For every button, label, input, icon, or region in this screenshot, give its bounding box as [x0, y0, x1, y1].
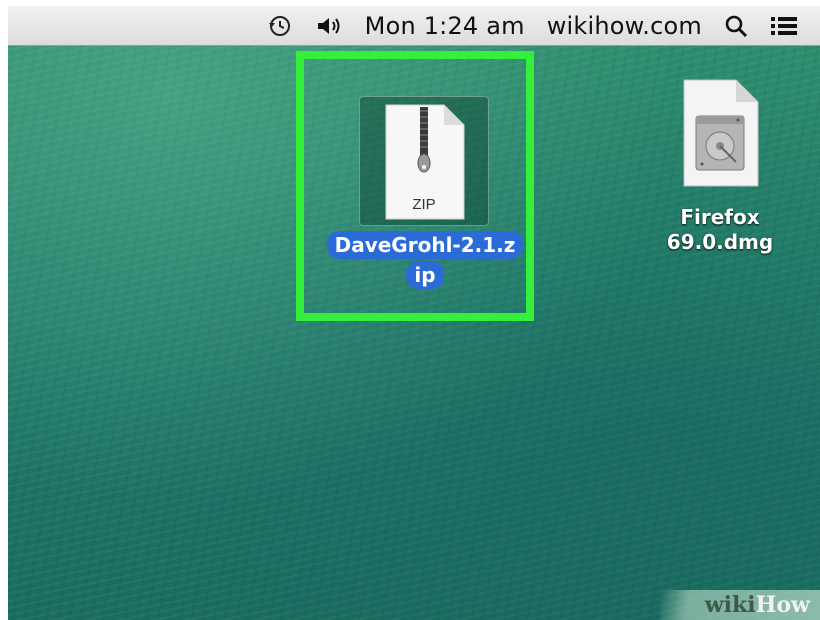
- wikihow-watermark: wikiHow: [660, 590, 820, 620]
- zip-file-label[interactable]: DaveGrohl-2.1.z ip: [320, 230, 530, 290]
- dmg-file-icon[interactable]: [680, 78, 760, 188]
- notification-center-icon[interactable]: [770, 15, 798, 37]
- menubar-clock[interactable]: Mon 1:24 am: [365, 12, 525, 40]
- dmg-file-label[interactable]: Firefox 69.0.dmg: [650, 205, 790, 255]
- desktop-screen: Mon 1:24 am wikihow.com ZIP DaveGrohl-2.…: [8, 6, 820, 620]
- spotlight-search-icon[interactable]: [724, 14, 748, 38]
- dmg-file-label-line2: 69.0.dmg: [666, 230, 774, 254]
- watermark-part1: wiki: [704, 592, 756, 618]
- volume-icon[interactable]: [315, 14, 343, 38]
- dmg-file-label-line1: Firefox: [680, 205, 760, 229]
- zip-file-icon[interactable]: ZIP: [359, 96, 489, 226]
- zip-file-label-line2: ip: [406, 261, 444, 289]
- menu-bar: Mon 1:24 am wikihow.com: [8, 6, 820, 46]
- zip-file-label-line1: DaveGrohl-2.1.z: [326, 231, 524, 259]
- time-machine-icon[interactable]: [267, 13, 293, 39]
- watermark-part2: How: [755, 592, 810, 618]
- menubar-site-label: wikihow.com: [546, 11, 702, 40]
- zip-badge-text: ZIP: [412, 196, 435, 213]
